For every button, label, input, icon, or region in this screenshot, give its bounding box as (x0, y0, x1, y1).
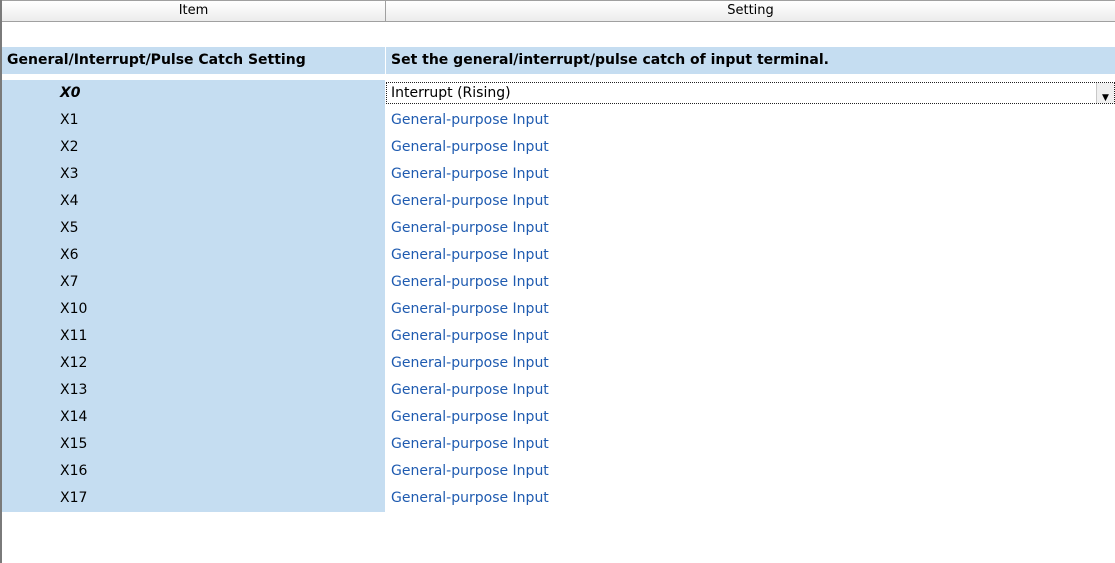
table-row[interactable]: X13 General-purpose Input (2, 377, 1115, 404)
table-row[interactable]: X11 General-purpose Input (2, 323, 1115, 350)
row-setting-cell[interactable]: Interrupt (Rising) ▼ (386, 80, 1115, 107)
column-header-setting[interactable]: Setting (386, 1, 1115, 21)
row-setting-value[interactable]: General-purpose Input (386, 350, 1115, 377)
category-row[interactable]: General/Interrupt/Pulse Catch Setting Se… (2, 47, 1115, 74)
chevron-down-icon: ▼ (1102, 93, 1109, 103)
table-row[interactable]: X3 General-purpose Input (2, 161, 1115, 188)
table-row[interactable]: X16 General-purpose Input (2, 458, 1115, 485)
row-item-name: X15 (2, 431, 385, 458)
row-item-name: X17 (2, 485, 385, 512)
table-row[interactable]: X10 General-purpose Input (2, 296, 1115, 323)
table-row[interactable]: X15 General-purpose Input (2, 431, 1115, 458)
settings-grid: Item Setting General/Interrupt/Pulse Cat… (0, 0, 1115, 563)
category-label: General/Interrupt/Pulse Catch Setting (2, 47, 385, 74)
row-item-name: X14 (2, 404, 385, 431)
row-setting-value[interactable]: General-purpose Input (386, 134, 1115, 161)
dropdown-button[interactable]: ▼ (1096, 83, 1114, 103)
row-item-name: X13 (2, 377, 385, 404)
row-item-name: X12 (2, 350, 385, 377)
row-setting-value[interactable]: General-purpose Input (386, 269, 1115, 296)
row-setting-value[interactable]: General-purpose Input (386, 458, 1115, 485)
row-setting-value[interactable]: General-purpose Input (386, 215, 1115, 242)
row-setting-value[interactable]: General-purpose Input (386, 242, 1115, 269)
table-row[interactable]: X2 General-purpose Input (2, 134, 1115, 161)
table-row[interactable]: X6 General-purpose Input (2, 242, 1115, 269)
category-description: Set the general/interrupt/pulse catch of… (386, 47, 1115, 74)
row-setting-value[interactable]: General-purpose Input (386, 485, 1115, 512)
table-row[interactable]: X5 General-purpose Input (2, 215, 1115, 242)
row-setting-value[interactable]: General-purpose Input (386, 161, 1115, 188)
row-setting-value[interactable]: General-purpose Input (386, 431, 1115, 458)
row-item-name: X3 (2, 161, 385, 188)
table-row[interactable]: X1 General-purpose Input (2, 107, 1115, 134)
row-item-name: X2 (2, 134, 385, 161)
table-row[interactable]: X12 General-purpose Input (2, 350, 1115, 377)
row-item-name: X6 (2, 242, 385, 269)
row-item-name: X5 (2, 215, 385, 242)
table-row-x0[interactable]: X0 Interrupt (Rising) ▼ (2, 80, 1115, 107)
column-header-item[interactable]: Item (2, 1, 386, 21)
row-item-name: X11 (2, 323, 385, 350)
row-item-name: X10 (2, 296, 385, 323)
row-setting-value[interactable]: General-purpose Input (386, 296, 1115, 323)
row-item-name: X16 (2, 458, 385, 485)
row-item-name: X0 (2, 80, 385, 107)
table-row[interactable]: X14 General-purpose Input (2, 404, 1115, 431)
grid-header: Item Setting (2, 0, 1115, 22)
setting-dropdown[interactable]: Interrupt (Rising) ▼ (386, 82, 1115, 104)
row-item-name: X7 (2, 269, 385, 296)
dropdown-selected-value: Interrupt (Rising) (391, 85, 511, 101)
table-row[interactable]: X17 General-purpose Input (2, 485, 1115, 512)
row-item-name: X4 (2, 188, 385, 215)
row-setting-value[interactable]: General-purpose Input (386, 377, 1115, 404)
table-row[interactable]: X7 General-purpose Input (2, 269, 1115, 296)
table-row[interactable]: X4 General-purpose Input (2, 188, 1115, 215)
row-setting-value[interactable]: General-purpose Input (386, 323, 1115, 350)
row-item-name: X1 (2, 107, 385, 134)
row-setting-value[interactable]: General-purpose Input (386, 188, 1115, 215)
row-setting-value[interactable]: General-purpose Input (386, 107, 1115, 134)
row-setting-value[interactable]: General-purpose Input (386, 404, 1115, 431)
